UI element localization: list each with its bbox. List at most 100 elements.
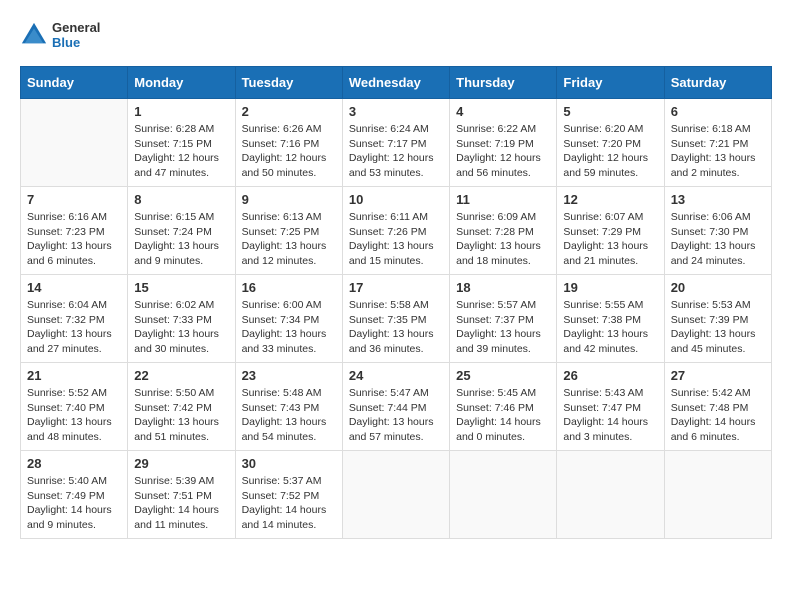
day-number: 2 bbox=[242, 104, 336, 119]
calendar-cell: 6 Sunrise: 6:18 AM Sunset: 7:21 PM Dayli… bbox=[664, 99, 771, 187]
sunset: Sunset: 7:25 PM bbox=[242, 226, 320, 238]
calendar-cell: 4 Sunrise: 6:22 AM Sunset: 7:19 PM Dayli… bbox=[450, 99, 557, 187]
daylight: Daylight: 14 hours and 3 minutes. bbox=[563, 416, 648, 443]
day-info: Sunrise: 5:39 AM Sunset: 7:51 PM Dayligh… bbox=[134, 474, 228, 533]
sunrise: Sunrise: 6:06 AM bbox=[671, 211, 751, 223]
sunrise: Sunrise: 5:43 AM bbox=[563, 387, 643, 399]
day-number: 25 bbox=[456, 368, 550, 383]
calendar-table: SundayMondayTuesdayWednesdayThursdayFrid… bbox=[20, 66, 772, 539]
daylight: Daylight: 13 hours and 24 minutes. bbox=[671, 240, 756, 267]
calendar-cell bbox=[664, 451, 771, 539]
calendar-cell: 20 Sunrise: 5:53 AM Sunset: 7:39 PM Dayl… bbox=[664, 275, 771, 363]
calendar-cell: 8 Sunrise: 6:15 AM Sunset: 7:24 PM Dayli… bbox=[128, 187, 235, 275]
daylight: Daylight: 14 hours and 9 minutes. bbox=[27, 504, 112, 531]
day-info: Sunrise: 6:18 AM Sunset: 7:21 PM Dayligh… bbox=[671, 122, 765, 181]
sunrise: Sunrise: 6:24 AM bbox=[349, 123, 429, 135]
day-number: 19 bbox=[563, 280, 657, 295]
day-number: 9 bbox=[242, 192, 336, 207]
daylight: Daylight: 13 hours and 42 minutes. bbox=[563, 328, 648, 355]
calendar-cell: 30 Sunrise: 5:37 AM Sunset: 7:52 PM Dayl… bbox=[235, 451, 342, 539]
logo-general: General bbox=[52, 20, 100, 35]
sunrise: Sunrise: 5:57 AM bbox=[456, 299, 536, 311]
sunset: Sunset: 7:17 PM bbox=[349, 138, 427, 150]
calendar-cell: 23 Sunrise: 5:48 AM Sunset: 7:43 PM Dayl… bbox=[235, 363, 342, 451]
daylight: Daylight: 12 hours and 56 minutes. bbox=[456, 152, 541, 179]
sunset: Sunset: 7:47 PM bbox=[563, 402, 641, 414]
sunrise: Sunrise: 5:55 AM bbox=[563, 299, 643, 311]
daylight: Daylight: 13 hours and 45 minutes. bbox=[671, 328, 756, 355]
calendar-cell: 21 Sunrise: 5:52 AM Sunset: 7:40 PM Dayl… bbox=[21, 363, 128, 451]
sunset: Sunset: 7:48 PM bbox=[671, 402, 749, 414]
sunset: Sunset: 7:19 PM bbox=[456, 138, 534, 150]
daylight: Daylight: 13 hours and 39 minutes. bbox=[456, 328, 541, 355]
sunset: Sunset: 7:16 PM bbox=[242, 138, 320, 150]
week-row-5: 28 Sunrise: 5:40 AM Sunset: 7:49 PM Dayl… bbox=[21, 451, 772, 539]
calendar-cell: 18 Sunrise: 5:57 AM Sunset: 7:37 PM Dayl… bbox=[450, 275, 557, 363]
week-row-3: 14 Sunrise: 6:04 AM Sunset: 7:32 PM Dayl… bbox=[21, 275, 772, 363]
sunrise: Sunrise: 5:52 AM bbox=[27, 387, 107, 399]
daylight: Daylight: 13 hours and 12 minutes. bbox=[242, 240, 327, 267]
sunset: Sunset: 7:23 PM bbox=[27, 226, 105, 238]
sunset: Sunset: 7:40 PM bbox=[27, 402, 105, 414]
day-info: Sunrise: 6:11 AM Sunset: 7:26 PM Dayligh… bbox=[349, 210, 443, 269]
sunset: Sunset: 7:38 PM bbox=[563, 314, 641, 326]
day-number: 8 bbox=[134, 192, 228, 207]
sunset: Sunset: 7:51 PM bbox=[134, 490, 212, 502]
week-row-2: 7 Sunrise: 6:16 AM Sunset: 7:23 PM Dayli… bbox=[21, 187, 772, 275]
calendar-cell: 13 Sunrise: 6:06 AM Sunset: 7:30 PM Dayl… bbox=[664, 187, 771, 275]
daylight: Daylight: 13 hours and 30 minutes. bbox=[134, 328, 219, 355]
day-info: Sunrise: 6:16 AM Sunset: 7:23 PM Dayligh… bbox=[27, 210, 121, 269]
calendar-cell: 26 Sunrise: 5:43 AM Sunset: 7:47 PM Dayl… bbox=[557, 363, 664, 451]
sunrise: Sunrise: 6:13 AM bbox=[242, 211, 322, 223]
sunrise: Sunrise: 6:28 AM bbox=[134, 123, 214, 135]
daylight: Daylight: 12 hours and 59 minutes. bbox=[563, 152, 648, 179]
day-number: 24 bbox=[349, 368, 443, 383]
calendar-cell: 12 Sunrise: 6:07 AM Sunset: 7:29 PM Dayl… bbox=[557, 187, 664, 275]
sunrise: Sunrise: 6:15 AM bbox=[134, 211, 214, 223]
day-info: Sunrise: 5:58 AM Sunset: 7:35 PM Dayligh… bbox=[349, 298, 443, 357]
calendar-cell: 10 Sunrise: 6:11 AM Sunset: 7:26 PM Dayl… bbox=[342, 187, 449, 275]
sunrise: Sunrise: 6:07 AM bbox=[563, 211, 643, 223]
sunset: Sunset: 7:29 PM bbox=[563, 226, 641, 238]
sunrise: Sunrise: 6:02 AM bbox=[134, 299, 214, 311]
daylight: Daylight: 13 hours and 15 minutes. bbox=[349, 240, 434, 267]
sunset: Sunset: 7:32 PM bbox=[27, 314, 105, 326]
logo: General Blue bbox=[20, 20, 100, 50]
sunset: Sunset: 7:39 PM bbox=[671, 314, 749, 326]
sunset: Sunset: 7:49 PM bbox=[27, 490, 105, 502]
calendar-cell: 2 Sunrise: 6:26 AM Sunset: 7:16 PM Dayli… bbox=[235, 99, 342, 187]
sunrise: Sunrise: 5:53 AM bbox=[671, 299, 751, 311]
day-info: Sunrise: 5:52 AM Sunset: 7:40 PM Dayligh… bbox=[27, 386, 121, 445]
weekday-header-thursday: Thursday bbox=[450, 67, 557, 99]
sunrise: Sunrise: 5:48 AM bbox=[242, 387, 322, 399]
calendar-cell: 24 Sunrise: 5:47 AM Sunset: 7:44 PM Dayl… bbox=[342, 363, 449, 451]
daylight: Daylight: 13 hours and 18 minutes. bbox=[456, 240, 541, 267]
sunset: Sunset: 7:33 PM bbox=[134, 314, 212, 326]
daylight: Daylight: 12 hours and 50 minutes. bbox=[242, 152, 327, 179]
sunrise: Sunrise: 5:45 AM bbox=[456, 387, 536, 399]
day-info: Sunrise: 6:00 AM Sunset: 7:34 PM Dayligh… bbox=[242, 298, 336, 357]
day-info: Sunrise: 6:28 AM Sunset: 7:15 PM Dayligh… bbox=[134, 122, 228, 181]
day-info: Sunrise: 6:24 AM Sunset: 7:17 PM Dayligh… bbox=[349, 122, 443, 181]
daylight: Daylight: 14 hours and 0 minutes. bbox=[456, 416, 541, 443]
daylight: Daylight: 13 hours and 2 minutes. bbox=[671, 152, 756, 179]
day-number: 28 bbox=[27, 456, 121, 471]
day-number: 23 bbox=[242, 368, 336, 383]
calendar-cell: 28 Sunrise: 5:40 AM Sunset: 7:49 PM Dayl… bbox=[21, 451, 128, 539]
day-info: Sunrise: 6:07 AM Sunset: 7:29 PM Dayligh… bbox=[563, 210, 657, 269]
daylight: Daylight: 13 hours and 51 minutes. bbox=[134, 416, 219, 443]
daylight: Daylight: 13 hours and 6 minutes. bbox=[27, 240, 112, 267]
day-number: 7 bbox=[27, 192, 121, 207]
calendar-cell: 17 Sunrise: 5:58 AM Sunset: 7:35 PM Dayl… bbox=[342, 275, 449, 363]
day-info: Sunrise: 5:53 AM Sunset: 7:39 PM Dayligh… bbox=[671, 298, 765, 357]
weekday-header-monday: Monday bbox=[128, 67, 235, 99]
sunset: Sunset: 7:52 PM bbox=[242, 490, 320, 502]
weekday-header-row: SundayMondayTuesdayWednesdayThursdayFrid… bbox=[21, 67, 772, 99]
daylight: Daylight: 13 hours and 27 minutes. bbox=[27, 328, 112, 355]
sunset: Sunset: 7:28 PM bbox=[456, 226, 534, 238]
day-number: 3 bbox=[349, 104, 443, 119]
logo-icon bbox=[20, 21, 48, 49]
sunrise: Sunrise: 5:37 AM bbox=[242, 475, 322, 487]
sunrise: Sunrise: 6:22 AM bbox=[456, 123, 536, 135]
sunrise: Sunrise: 5:42 AM bbox=[671, 387, 751, 399]
